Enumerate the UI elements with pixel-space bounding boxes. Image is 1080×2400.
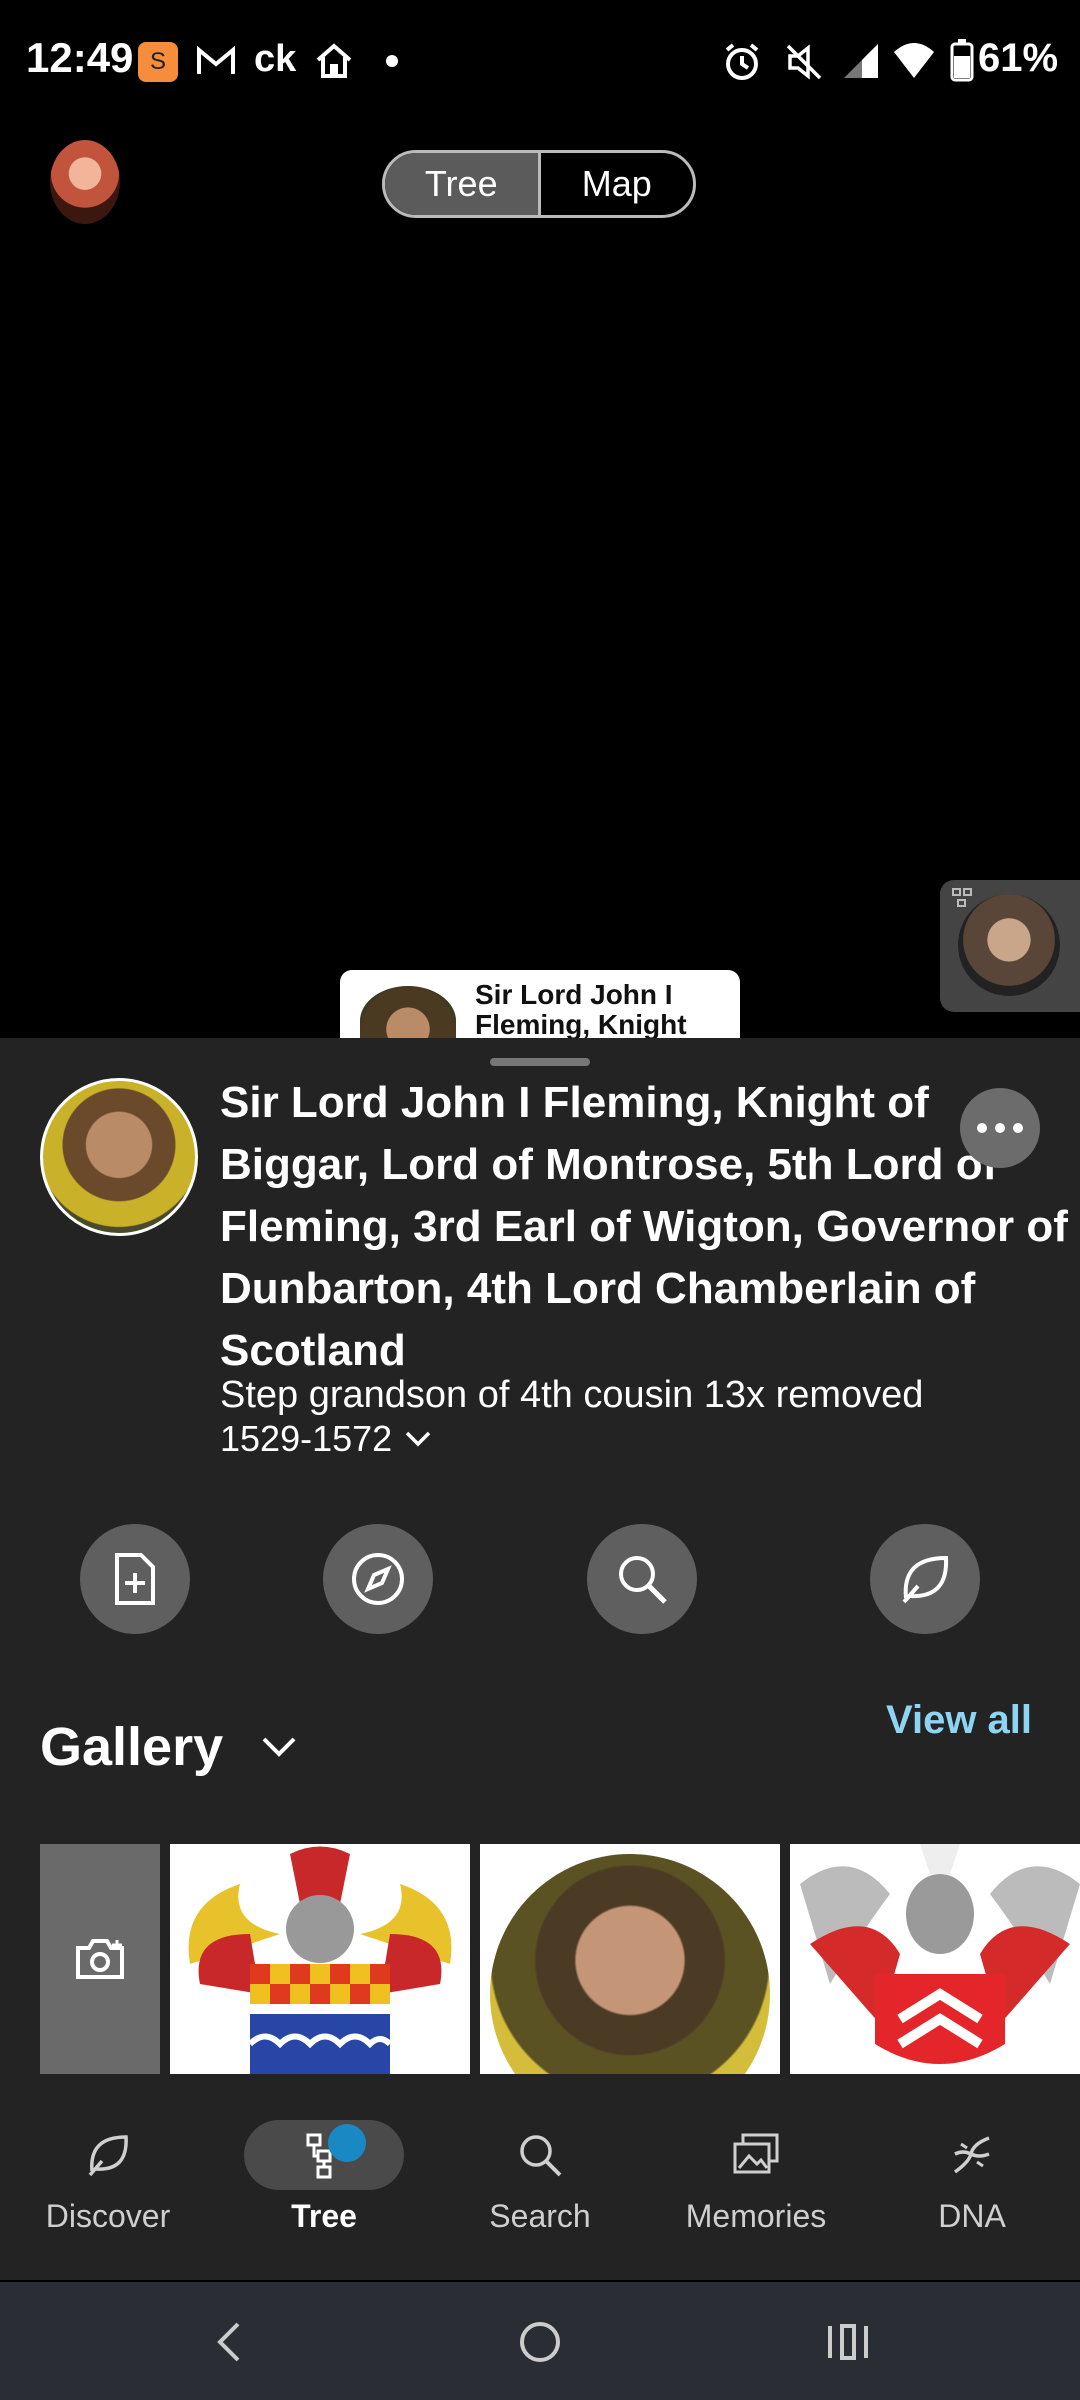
back-icon[interactable] [210, 2320, 250, 2364]
view-toggle: Tree Map [382, 150, 696, 218]
nav-icon-wrap [28, 2120, 188, 2190]
nav-label: Discover [45, 2198, 171, 2234]
add-record-button[interactable] [80, 1524, 190, 1634]
nav-search[interactable]: Search [432, 2080, 648, 2280]
lifespan-toggle[interactable]: 1529-1572 [220, 1418, 432, 1460]
home-button-icon[interactable] [518, 2320, 562, 2364]
more-options-button[interactable] [960, 1088, 1040, 1168]
nav-label: Search [489, 2198, 591, 2234]
gallery-toggle[interactable]: Gallery [40, 1716, 297, 1778]
nav-tree[interactable]: Tree [216, 2080, 432, 2280]
nav-discover[interactable]: Discover [0, 2080, 216, 2280]
tab-map[interactable]: Map [541, 153, 694, 215]
explore-button[interactable] [323, 1524, 433, 1634]
app-badge: S [138, 42, 178, 82]
search-icon [520, 2135, 562, 2177]
tab-tree[interactable]: Tree [385, 153, 538, 215]
nav-label: Tree [291, 2198, 357, 2234]
coat-of-arms-image [188, 1846, 452, 2074]
search-records-button[interactable] [587, 1524, 697, 1634]
nav-icon-wrap [892, 2120, 1052, 2190]
gallery-strip [40, 1844, 1080, 2074]
home-icon [316, 43, 352, 78]
add-document-icon [115, 1553, 155, 1605]
wifi-icon [894, 43, 934, 78]
gallery-image-crest[interactable] [790, 1844, 1080, 2074]
view-all-link[interactable]: View all [886, 1698, 1032, 1743]
system-nav-bar [0, 2282, 1080, 2400]
signal-icon [844, 44, 878, 78]
nav-icon-wrap [244, 2120, 404, 2190]
more-icon [977, 1123, 1023, 1133]
user-avatar[interactable] [50, 140, 120, 224]
tree-mini-icon [952, 888, 972, 907]
add-photo-button[interactable] [40, 1844, 160, 2074]
compass-icon [352, 1553, 404, 1605]
sheet-drag-handle[interactable] [490, 1058, 590, 1066]
recents-icon[interactable] [826, 2322, 870, 2362]
add-photo-icon [76, 1939, 124, 1979]
relationship-text: Step grandson of 4th cousin 13x removed [220, 1374, 924, 1416]
person-photo[interactable] [40, 1078, 198, 1236]
gallery-image-portrait[interactable] [480, 1844, 780, 2074]
notification-dot [386, 55, 398, 67]
battery-percent: 61% [978, 36, 1059, 80]
carrier-text: ck [254, 38, 297, 80]
gmail-icon [197, 45, 235, 74]
nav-icon-wrap [460, 2120, 620, 2190]
leaf-icon [88, 2135, 128, 2177]
nav-dna[interactable]: DNA [864, 2080, 1080, 2280]
crest-image [800, 1844, 1080, 2064]
tree-node-main[interactable]: Sir Lord John I Fleming, Knight [340, 970, 740, 1056]
alarm-icon [725, 43, 759, 80]
search-icon [619, 1556, 667, 1604]
gallery-title: Gallery [40, 1717, 224, 1777]
nav-label: DNA [938, 2198, 1006, 2234]
chevron-down-icon [262, 1737, 296, 1757]
battery-icon [950, 39, 974, 82]
chevron-down-icon [405, 1431, 431, 1447]
leaf-icon [902, 1555, 949, 1604]
status-bar: 12:49 S ck 61% [0, 0, 1080, 120]
tree-node-name: Sir Lord John I Fleming, Knight [475, 980, 687, 1040]
photos-icon [733, 2133, 779, 2174]
status-time: 12:49 [26, 34, 134, 81]
lifespan-text: 1529-1572 [220, 1418, 393, 1459]
hints-button[interactable] [870, 1524, 980, 1634]
nav-label: Memories [685, 2198, 827, 2234]
notification-badge [328, 2124, 366, 2162]
nav-icon-wrap [676, 2120, 836, 2190]
ancestor-photo [958, 894, 1060, 996]
bottom-nav: Discover Tree Search Memories DNA [0, 2080, 1080, 2280]
tree-node-ancestor[interactable] [940, 880, 1080, 1012]
person-name: Sir Lord John I Fleming, Knight of Bigga… [220, 1078, 1068, 1375]
mute-icon [786, 44, 822, 80]
dna-icon [953, 2136, 990, 2174]
gallery-image-coat-of-arms[interactable] [170, 1844, 470, 2074]
nav-memories[interactable]: Memories [648, 2080, 864, 2280]
